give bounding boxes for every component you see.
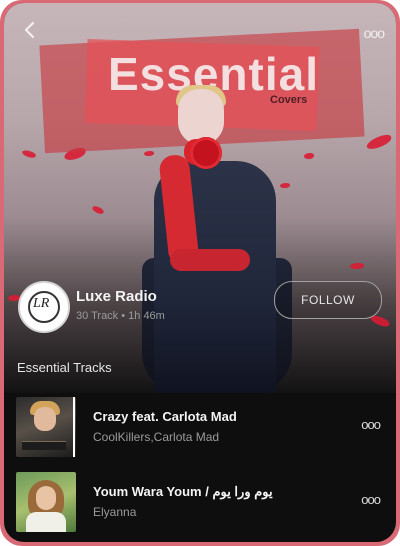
track-row[interactable]: Crazy feat. Carlota Mad CoolKillers,Carl…	[16, 397, 386, 457]
track-thumbnail[interactable]	[16, 472, 76, 532]
more-horizontal-icon: ooo	[361, 417, 381, 432]
thumb-label	[22, 441, 66, 450]
artist-meta: 30 Track • 1h 46m	[76, 310, 165, 322]
thumb-face	[36, 486, 56, 510]
follow-label: FOLLOW	[301, 293, 355, 307]
section-title: Essential Tracks	[17, 360, 112, 375]
more-horizontal-icon: ooo	[361, 492, 381, 507]
more-options-button[interactable]: ooo	[363, 25, 385, 41]
track-title: Crazy feat. Carlota Mad	[93, 409, 237, 424]
follow-button[interactable]: FOLLOW	[274, 281, 382, 319]
thumb-shirt	[26, 512, 66, 532]
artist-monogram: LR	[33, 296, 50, 311]
cover-subtitle: Covers	[270, 94, 308, 106]
device-frame: Essential Covers ooo LR Luxe Radio 30 Tr…	[0, 0, 400, 546]
track-more-button[interactable]: ooo	[361, 492, 381, 507]
screen: Essential Covers ooo LR Luxe Radio 30 Tr…	[4, 3, 396, 542]
petal	[350, 263, 364, 269]
track-row[interactable]: Youm Wara Youm / يوم ورا يوم Elyanna ooo	[16, 472, 386, 532]
hero-cover: Essential Covers	[4, 3, 396, 393]
petal	[144, 151, 154, 156]
thumb-face	[34, 407, 56, 431]
track-more-button[interactable]: ooo	[361, 417, 381, 432]
track-artist: CoolKillers,Carlota Mad	[93, 430, 220, 444]
more-horizontal-icon: ooo	[363, 25, 385, 41]
artist-avatar[interactable]: LR	[18, 281, 70, 333]
rose	[190, 137, 222, 169]
track-title: Youm Wara Youm / يوم ورا يوم	[93, 484, 273, 499]
petal	[280, 183, 290, 188]
artist-name[interactable]: Luxe Radio	[76, 288, 157, 305]
track-artist: Elyanna	[93, 505, 137, 519]
figure-forearm	[170, 249, 250, 271]
petal	[304, 153, 314, 159]
back-button[interactable]	[22, 21, 36, 43]
now-playing-indicator	[73, 397, 75, 457]
petal	[365, 132, 393, 152]
chevron-left-icon	[24, 21, 35, 39]
petal	[91, 204, 105, 216]
petal	[21, 148, 37, 160]
track-thumbnail[interactable]	[16, 397, 76, 457]
